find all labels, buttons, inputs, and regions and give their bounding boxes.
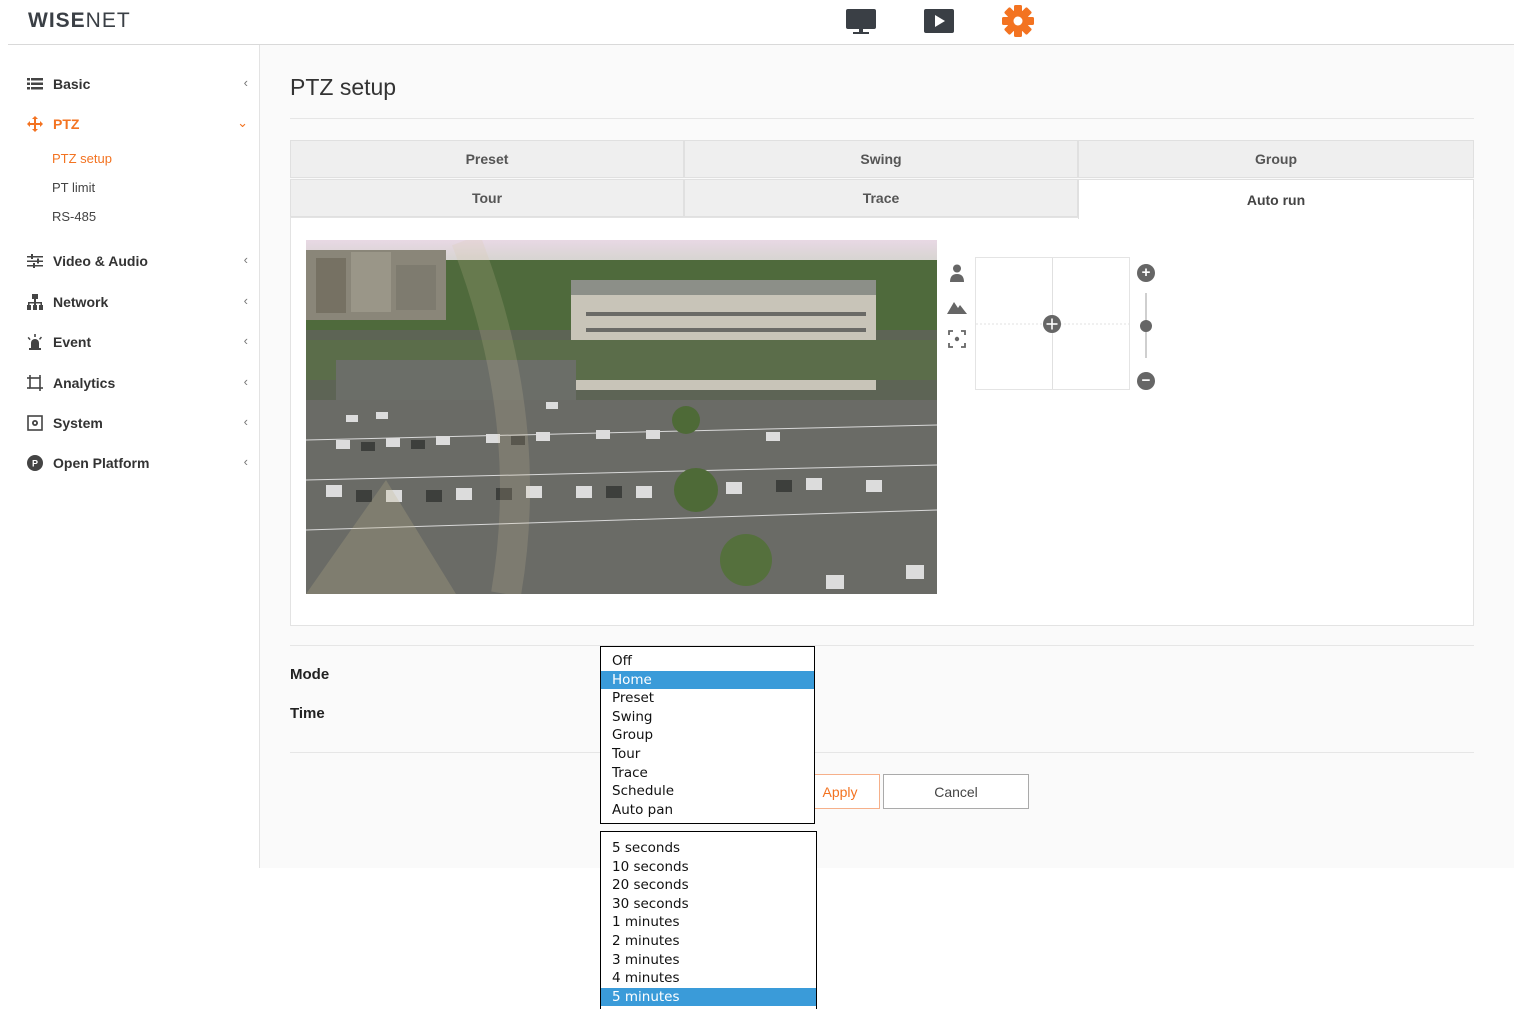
playback-icon[interactable] (922, 6, 956, 36)
tab-preset[interactable]: Preset (290, 140, 684, 178)
svg-text:P: P (32, 459, 38, 469)
time-label: Time (290, 705, 325, 722)
sliders-icon (26, 252, 44, 270)
chevron-left-icon: ‹ (243, 333, 248, 348)
wisenet-logo: WISENET (28, 9, 131, 32)
open-platform-icon: P (26, 454, 44, 472)
sidebar-item-label: Analytics (53, 375, 116, 391)
tab-swing[interactable]: Swing (684, 140, 1078, 178)
ptz-control-pad[interactable] (975, 257, 1130, 390)
sidebar-item-label: Open Platform (53, 455, 150, 471)
tab-tour[interactable]: Tour (290, 179, 684, 217)
top-bar: WISENET (0, 0, 1514, 44)
monitor-icon[interactable] (844, 6, 878, 36)
sidebar-item-label: Network (53, 294, 109, 310)
camera-video-view[interactable] (306, 240, 937, 594)
sidebar-subitem-pt-limit[interactable]: PT limit (52, 180, 95, 195)
mode-option[interactable]: Swing (601, 708, 814, 727)
ptz-move-icon (26, 115, 44, 133)
zoom-out-icon[interactable]: − (1137, 372, 1155, 390)
system-icon (26, 414, 44, 432)
sidebar-subitem-ptz-setup[interactable]: PTZ setup (52, 151, 112, 166)
sidebar-item-video-audio[interactable]: Video & Audio ‹ (26, 249, 248, 273)
chevron-left-icon: ‹ (243, 75, 248, 90)
settings-divider-bottom (290, 752, 1474, 753)
time-option[interactable]: 4 minutes (601, 969, 816, 988)
sidebar-item-label: Video & Audio (53, 253, 148, 269)
mode-label: Mode (290, 666, 330, 683)
time-option-selected[interactable]: 5 minutes (601, 987, 816, 1007)
time-option[interactable]: 3 minutes (601, 951, 816, 970)
chevron-left-icon: ‹ (243, 252, 248, 267)
person-tracking-icon[interactable] (946, 262, 968, 284)
mode-dropdown-list[interactable]: Off Home Preset Swing Group Tour Trace S… (600, 646, 815, 824)
chevron-left-icon: ‹ (243, 293, 248, 308)
time-option[interactable]: 30 seconds (601, 895, 816, 914)
focus-frame-icon[interactable] (946, 328, 968, 350)
network-icon (26, 293, 44, 311)
tab-trace[interactable]: Trace (684, 179, 1078, 217)
analytics-icon (26, 374, 44, 392)
pan-tilt-handle-icon[interactable] (1043, 315, 1061, 333)
time-option[interactable]: 5 seconds (601, 839, 816, 858)
landscape-icon[interactable] (946, 295, 968, 317)
time-dropdown-list[interactable]: 5 seconds 10 seconds 20 seconds 30 secon… (600, 831, 817, 1009)
time-option[interactable]: 10 seconds (601, 858, 816, 877)
chevron-down-icon: ⌄ (237, 115, 248, 130)
time-option[interactable]: 20 seconds (601, 876, 816, 895)
time-option[interactable]: 1 minutes (601, 913, 816, 932)
sidebar-item-label: System (53, 415, 103, 431)
sidebar-item-event[interactable]: Event ‹ (26, 330, 248, 354)
zoom-in-icon[interactable]: + (1137, 264, 1155, 282)
mode-option[interactable]: Group (601, 726, 814, 745)
tab-group[interactable]: Group (1078, 140, 1474, 178)
mode-option[interactable]: Auto pan (601, 801, 814, 820)
tab-auto-run[interactable]: Auto run (1078, 179, 1474, 219)
time-option[interactable]: 2 minutes (601, 932, 816, 951)
title-divider (290, 118, 1474, 119)
sidebar-item-basic[interactable]: Basic ‹ (26, 72, 248, 96)
event-alarm-icon (26, 333, 44, 351)
sidebar-item-analytics[interactable]: Analytics ‹ (26, 371, 248, 395)
sidebar-item-label: Event (53, 334, 92, 350)
chevron-left-icon: ‹ (243, 374, 248, 389)
list-icon (26, 75, 44, 93)
sidebar-item-system[interactable]: System ‹ (26, 411, 248, 435)
settings-gear-icon[interactable] (1001, 5, 1035, 37)
zoom-slider-thumb[interactable] (1140, 320, 1152, 332)
chevron-left-icon: ‹ (243, 454, 248, 469)
sidebar-item-open-platform[interactable]: P Open Platform ‹ (26, 451, 248, 475)
chevron-left-icon: ‹ (243, 414, 248, 429)
cancel-button[interactable]: Cancel (883, 774, 1029, 809)
mode-option[interactable]: Tour (601, 745, 814, 764)
mode-option-selected[interactable]: Home (601, 670, 814, 690)
mode-option[interactable]: Preset (601, 689, 814, 708)
sidebar-item-label: Basic (53, 76, 91, 92)
mode-option[interactable]: Off (601, 652, 814, 671)
sidebar-subitem-rs485[interactable]: RS-485 (52, 209, 96, 224)
sidebar-item-network[interactable]: Network ‹ (26, 290, 248, 314)
settings-divider-top (290, 645, 1474, 646)
page-title: PTZ setup (290, 74, 397, 100)
mode-option[interactable]: Schedule (601, 782, 814, 801)
sidebar-item-label: PTZ (53, 116, 80, 132)
sidebar-item-ptz[interactable]: PTZ ⌄ (26, 112, 248, 136)
mode-option[interactable]: Trace (601, 764, 814, 783)
